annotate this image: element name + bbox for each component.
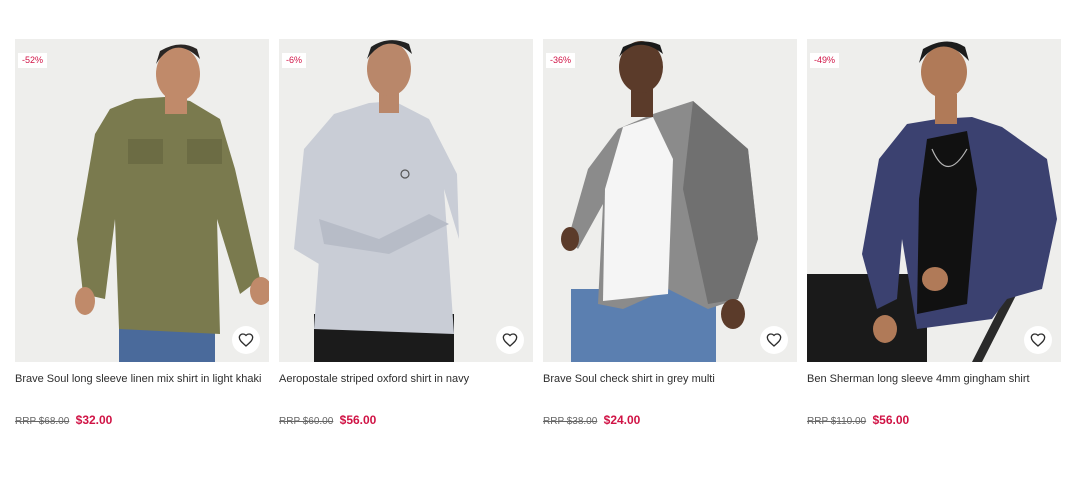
- model-photo: [15, 39, 269, 362]
- product-card[interactable]: -52% Brave Soul long sleeve linen mix sh…: [15, 39, 269, 439]
- product-card[interactable]: -36% Brave Soul check shirt in grey mult…: [543, 39, 797, 439]
- save-for-later-button[interactable]: [232, 326, 260, 354]
- model-photo: [543, 39, 797, 362]
- heart-icon: [766, 333, 782, 347]
- rrp-price: RRP $60.00: [279, 416, 334, 427]
- model-photo: [279, 39, 533, 362]
- product-price: RRP $68.00 $32.00: [15, 412, 112, 430]
- discount-badge: -36%: [546, 53, 576, 68]
- product-title[interactable]: Brave Soul long sleeve linen mix shirt i…: [15, 372, 269, 386]
- product-card[interactable]: -6% Aeropostale striped oxford shirt in …: [279, 39, 533, 439]
- heart-icon: [502, 333, 518, 347]
- product-price: RRP $110.00 $56.00: [807, 412, 909, 430]
- rrp-price: RRP $38.00: [543, 416, 598, 427]
- heart-icon: [238, 333, 254, 347]
- rrp-price: RRP $68.00: [15, 416, 70, 427]
- product-image[interactable]: -49%: [807, 39, 1061, 362]
- discount-badge: -6%: [282, 53, 307, 68]
- sale-price: $24.00: [603, 413, 641, 427]
- save-for-later-button[interactable]: [1024, 326, 1052, 354]
- heart-icon: [1030, 333, 1046, 347]
- product-grid: -52% Brave Soul long sleeve linen mix sh…: [15, 39, 1061, 439]
- sale-price: $56.00: [339, 413, 377, 427]
- product-title[interactable]: Brave Soul check shirt in grey multi: [543, 372, 797, 386]
- product-price: RRP $60.00 $56.00: [279, 412, 376, 430]
- model-photo: [807, 39, 1061, 362]
- product-price: RRP $38.00 $24.00: [543, 412, 640, 430]
- save-for-later-button[interactable]: [760, 326, 788, 354]
- product-image[interactable]: -36%: [543, 39, 797, 362]
- product-title[interactable]: Aeropostale striped oxford shirt in navy: [279, 372, 533, 386]
- save-for-later-button[interactable]: [496, 326, 524, 354]
- product-card[interactable]: -49% Ben Sherman long sleeve 4mm gingham…: [807, 39, 1061, 439]
- discount-badge: -52%: [18, 53, 48, 68]
- product-image[interactable]: -6%: [279, 39, 533, 362]
- product-image[interactable]: -52%: [15, 39, 269, 362]
- sale-price: $32.00: [75, 413, 113, 427]
- sale-price: $56.00: [872, 413, 910, 427]
- rrp-price: RRP $110.00: [807, 416, 867, 427]
- discount-badge: -49%: [810, 53, 840, 68]
- product-title[interactable]: Ben Sherman long sleeve 4mm gingham shir…: [807, 372, 1061, 386]
